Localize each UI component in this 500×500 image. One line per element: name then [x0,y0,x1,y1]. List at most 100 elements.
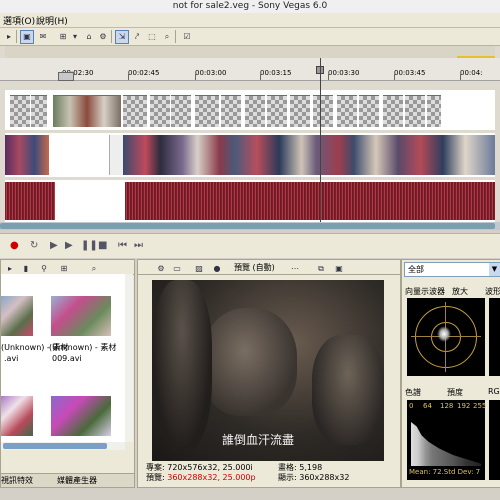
video-clip[interactable] [5,135,49,175]
ruler-label: 00:03:30 [328,69,360,77]
grid-icon[interactable]: ⋯ [288,262,302,276]
settings-icon[interactable]: ⚙ [154,262,168,276]
play-icon[interactable]: ▶ [65,240,73,251]
overlay-icon[interactable]: ▨ [192,262,206,276]
timeline-ruler[interactable]: 00:02:30 00:02:45 00:03:00 00:03:15 00:0… [0,58,500,81]
statue-figure [152,280,212,450]
title-bar: not for sale2.veg - Sony Vegas 6.0 [0,0,500,14]
prev-marker-icon[interactable]: ⏮ [118,240,127,251]
file-thumbnail[interactable] [51,296,111,336]
video-clip[interactable] [123,135,495,175]
pause-icon[interactable]: ❚❚ [81,240,98,251]
envelope-tool-icon[interactable]: ⤤ [130,30,144,44]
transport-bar: ● ↻ ▶ ▶ ❚❚ ■ ⏮ ⏭ [0,233,500,258]
arrow-icon[interactable]: ▸ [2,30,16,44]
frame-label: 畫格: [278,463,297,472]
file-caption[interactable]: (Unknown) - 素材 [49,343,116,353]
window-title: not for sale2.veg - Sony Vegas 6.0 [172,1,328,11]
display-value: 360x288x32 [299,473,350,482]
explorer-hscroll[interactable] [1,442,125,450]
hist-stats: Mean: 72.Std Dev: 7 [409,468,481,476]
circle-icon[interactable]: ● [210,262,224,276]
display-label: 顯示: [278,473,297,482]
tab-media-generators[interactable]: 媒體產生器 [57,475,97,486]
waveform-label: 波形 [485,287,500,296]
menu-bar: 選項(O) 說明(H) [0,13,500,28]
scrollbar-thumb[interactable] [0,223,495,229]
scrollbar-thumb[interactable] [3,443,107,449]
hist-tick: 0 [409,402,414,410]
share-icon[interactable]: ⌂ [82,30,96,44]
scope-select-value: 全部 [408,265,424,274]
normal-edit-tool-button[interactable]: ⇲ [115,30,129,44]
zoom-tool-icon[interactable]: ⌕ [160,30,174,44]
ruler-label: 00:03:45 [394,69,426,77]
preview-info: 專案: 720x576x32, 25.000i 預覽: 360x288x32, … [146,463,256,483]
waveform-display [489,298,500,376]
zoom-label[interactable]: 放大 [452,286,468,297]
scope-select[interactable]: 全部 ▼ [404,262,500,277]
next-marker-icon[interactable]: ⏭ [134,240,143,251]
audio-clip[interactable] [5,182,55,220]
audio-track[interactable] [5,180,495,222]
settings-icon[interactable]: ⚙ [96,30,110,44]
statue-head [202,308,297,416]
save-icon[interactable]: ▣ [332,262,346,276]
vectorscope-display [407,298,485,376]
hist-tick: 128 [440,402,454,410]
explorer-vscroll[interactable] [125,274,133,442]
preview-quality-dropdown[interactable]: 預覽 (自動) [234,262,275,273]
project-value: 720x576x32, 25.000i [167,463,253,472]
dropdown-arrow-icon[interactable]: ▾ [68,30,82,44]
monitor-icon[interactable]: ▭ [170,262,184,276]
file-thumbnail[interactable] [51,396,111,436]
file-thumbnail[interactable] [1,396,33,436]
video-track-overlay[interactable] [5,90,495,130]
in-point-marker[interactable] [58,72,74,81]
selection-tool-icon[interactable]: ⬚ [145,30,159,44]
preview-label: 預覽: [146,473,165,482]
hist-tick: 255 [473,402,487,410]
video-scopes-panel: 全部 ▼ 向量示波器 放大 波形 色譜 預度 RGE 0 64 128 192 … [401,259,500,488]
hist-tick: 192 [457,402,471,410]
file-ext: 009.avi [52,354,82,363]
menu-help[interactable]: 說明(H) [36,14,68,27]
preview-value: 360x288x32, 25.000p [167,473,256,482]
properties-icon[interactable]: ☑ [180,30,194,44]
video-clip[interactable] [109,135,124,175]
file-thumbnail[interactable] [1,296,33,336]
ruler-label: 00:04: [460,69,483,77]
copy-icon[interactable]: ⧉ [314,262,328,276]
file-ext: .avi [4,354,19,363]
statue-figure [312,335,384,445]
subtitle-text: 誰倒血汗流盡 [222,433,295,447]
play-from-start-icon[interactable]: ▶ [50,240,58,251]
ruler-label: 00:03:15 [260,69,292,77]
main-toolbar: ▸ ▣ ✉ ⊞ ▾ ⌂ ⚙ ⇲ ⤤ ⬚ ⌕ ☑ [0,28,500,46]
histogram-display: 0 64 128 192 255 Mean: 72.Std Dev: 7 [407,400,487,480]
video-track-main[interactable] [5,133,495,177]
preview-toolbar: ⚙ ▭ ▨ ● 預覽 (自動) ⋯ ⧉ ▣ [138,260,400,275]
toggle-view-button[interactable]: ▣ [20,30,34,44]
explorer-toolbar: ▸ ▮ ⚲ ⊞ ⌕ [1,260,134,275]
tab-video-fx[interactable]: 視訊特效 [1,475,33,486]
project-label: 專案: [146,463,165,472]
menu-options[interactable]: 選項(O) [3,14,35,27]
explorer-file-list: (Unknown) - 素材 .avi (Unknown) - 素材 009.a… [1,274,125,442]
video-clip[interactable] [53,95,121,127]
rgb-label: RGE [488,387,500,396]
rgb-parade-display [489,400,500,480]
record-icon[interactable]: ● [10,240,19,251]
frame-value: 5,198 [299,463,323,472]
chevron-down-icon[interactable]: ▼ [489,263,500,276]
hist-tick: 64 [423,402,432,410]
loop-icon[interactable]: ↻ [30,240,38,251]
frame-info: 畫格: 5,198 顯示: 360x288x32 [278,463,349,483]
playhead-line [320,58,321,223]
ruler-label: 00:02:45 [128,69,160,77]
stop-icon[interactable]: ■ [98,240,107,251]
mail-icon[interactable]: ✉ [36,30,50,44]
ruler-label: 00:03:00 [195,69,227,77]
timeline-scrollbar[interactable] [0,222,500,230]
audio-clip[interactable] [125,182,495,220]
